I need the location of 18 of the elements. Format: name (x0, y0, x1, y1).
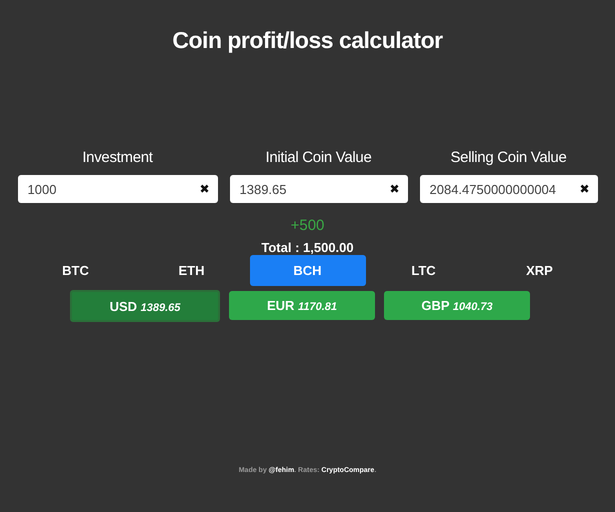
input-field[interactable]: 1389.65 ✖ (230, 175, 408, 203)
field-label: Investment (82, 149, 153, 166)
page-title: Coin profit/loss calculator (172, 27, 443, 54)
input-field[interactable]: 2084.4750000000004 ✖ (420, 175, 598, 203)
currency-button[interactable]: USD 1389.65 (70, 290, 220, 322)
coin-tab[interactable]: LTC (366, 255, 482, 286)
field-label: Selling Coin Value (450, 149, 567, 166)
clear-icon[interactable]: ✖ (200, 182, 210, 196)
coin-tab[interactable]: BTC (18, 255, 134, 286)
coin-tab[interactable]: ETH (134, 255, 250, 286)
coin-tab[interactable]: XRP (482, 255, 598, 286)
field-label: Initial Coin Value (265, 149, 372, 166)
clear-icon[interactable]: ✖ (390, 182, 400, 196)
coin-tab[interactable]: BCH (250, 255, 366, 286)
profit-amount: +500 (290, 217, 324, 234)
clear-icon[interactable]: ✖ (580, 182, 590, 196)
total-amount: Total : 1,500.00 (261, 240, 354, 255)
input-field[interactable]: 1000 ✖ (18, 175, 218, 203)
